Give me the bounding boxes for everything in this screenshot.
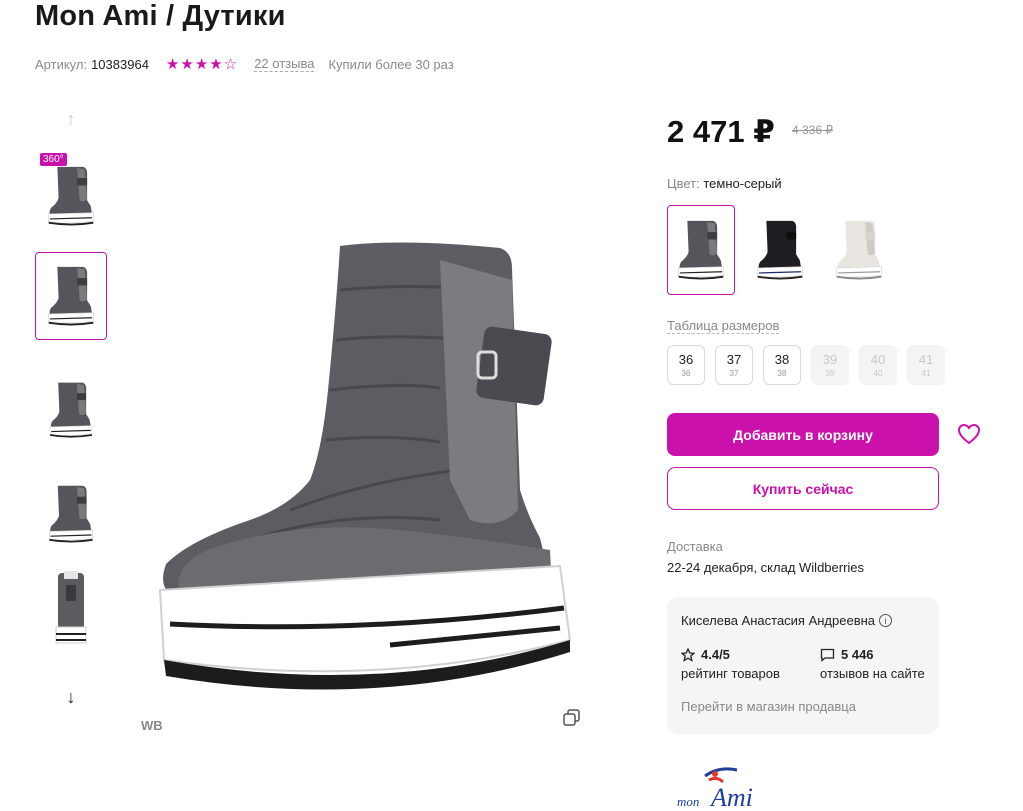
size-option[interactable]: 36 36 — [667, 345, 705, 385]
thumbnail-item[interactable] — [35, 566, 107, 654]
boot-thumbnail-image — [40, 260, 102, 332]
logo-text-small: mon — [677, 794, 699, 809]
badge-360: 360° — [40, 153, 67, 166]
star-filled-icon: ★ — [209, 56, 224, 73]
color-value: темно-серый — [703, 176, 782, 191]
old-price: 4 336 ₽ — [792, 123, 833, 137]
logo-text-big: Ami — [709, 783, 753, 811]
boot-thumbnail-image — [41, 479, 101, 549]
seller-rating-value: 4.4/5 — [701, 647, 730, 662]
size-option-unavailable: 40 40 — [859, 345, 897, 385]
product-meta: Артикул: 10383964 ★ ★ ★ ★ ☆ 22 отзыва Ку… — [35, 55, 454, 73]
boot-thumbnail-image — [41, 378, 101, 442]
brand-logo[interactable]: mon Ami — [675, 764, 765, 811]
heart-icon[interactable] — [957, 423, 981, 445]
size-main: 41 — [918, 351, 934, 367]
seller-rating-caption: рейтинг товаров — [681, 666, 780, 681]
gallery-up-button[interactable]: ↑ — [35, 104, 107, 134]
seller-reviews-value: 5 446 — [841, 647, 874, 662]
size-main: 39 — [822, 351, 838, 367]
color-option-dark-gray[interactable] — [667, 205, 735, 295]
current-price: 2 471 ₽ — [667, 114, 775, 149]
color-options — [667, 205, 893, 295]
size-main: 40 — [870, 351, 886, 367]
seller-name-row: Киселева Анастасия Андреевна i — [681, 613, 893, 628]
size-sub: 39 — [825, 368, 835, 378]
thumbnail-360[interactable]: 360° — [35, 152, 107, 240]
size-main: 38 — [774, 351, 790, 367]
rating-stars[interactable]: ★ ★ ★ ★ ☆ — [166, 55, 238, 73]
boot-black-image — [749, 214, 811, 286]
size-selector: 36 36 37 37 38 38 39 39 40 40 41 41 — [667, 345, 945, 385]
info-icon[interactable]: i — [879, 614, 893, 627]
wb-watermark: WB — [141, 718, 163, 733]
size-sub: 41 — [921, 368, 931, 378]
delivery-label: Доставка — [667, 539, 723, 554]
color-option-light-gray[interactable] — [825, 205, 893, 295]
seller-reviews-caption: отзывов на сайте — [820, 666, 925, 681]
color-label: Цвет: темно-серый — [667, 176, 782, 191]
delivery-value: 22-24 декабря, склад Wildberries — [667, 560, 865, 575]
buy-now-button[interactable]: Купить сейчас — [667, 467, 939, 510]
size-main: 36 — [678, 351, 694, 367]
color-option-black[interactable] — [746, 205, 814, 295]
star-empty-icon: ☆ — [223, 56, 239, 73]
star-outline-icon — [681, 647, 695, 662]
seller-name: Киселева Анастасия Андреевна — [681, 613, 876, 628]
product-title: Mon Ami / Дутики — [35, 0, 286, 32]
seller-card: Киселева Анастасия Андреевна i 4.4/5 рей… — [667, 597, 939, 734]
size-table-link[interactable]: Таблица размеров — [667, 318, 780, 334]
go-to-store-link[interactable]: Перейти в магазин продавца — [681, 699, 856, 714]
boot-back-thumbnail-image — [55, 571, 87, 644]
boot-light-gray-image — [828, 214, 890, 286]
thumbnail-item[interactable] — [35, 252, 107, 340]
article-label: Артикул: — [35, 56, 88, 72]
bought-count: Купили более 30 раз — [328, 56, 454, 72]
main-product-photo[interactable] — [140, 220, 590, 720]
size-option-unavailable: 41 41 — [907, 345, 945, 385]
size-option-unavailable: 39 39 — [811, 345, 849, 385]
arrow-down-icon: ↓ — [66, 686, 76, 707]
star-filled-icon: ★ — [194, 56, 210, 73]
add-to-cart-button[interactable]: Добавить в корзину — [667, 413, 939, 456]
star-filled-icon: ★ — [180, 56, 195, 73]
boot-dark-gray-image — [670, 214, 732, 286]
arrow-up-icon: ↑ — [66, 108, 76, 129]
seller-reviews: 5 446 отзывов на сайте — [820, 647, 925, 681]
article-value: 10383964 — [91, 56, 149, 72]
gallery-down-button[interactable]: ↓ — [35, 682, 107, 712]
size-option[interactable]: 37 37 — [715, 345, 753, 385]
color-label-text: Цвет: — [667, 176, 700, 191]
size-main: 37 — [726, 351, 742, 367]
size-sub: 38 — [777, 368, 787, 378]
seller-rating: 4.4/5 рейтинг товаров — [681, 647, 780, 681]
comment-icon — [820, 648, 835, 662]
size-sub: 40 — [873, 368, 883, 378]
reviews-link[interactable]: 22 отзыва — [254, 56, 315, 72]
size-sub: 37 — [729, 368, 739, 378]
size-option[interactable]: 38 38 — [763, 345, 801, 385]
size-sub: 36 — [681, 368, 691, 378]
boot-thumbnail-image — [40, 160, 102, 232]
thumbnail-item[interactable] — [35, 470, 107, 558]
thumbnail-item[interactable] — [35, 366, 107, 454]
star-filled-icon: ★ — [165, 56, 181, 73]
zoom-copy-icon[interactable] — [562, 708, 582, 728]
